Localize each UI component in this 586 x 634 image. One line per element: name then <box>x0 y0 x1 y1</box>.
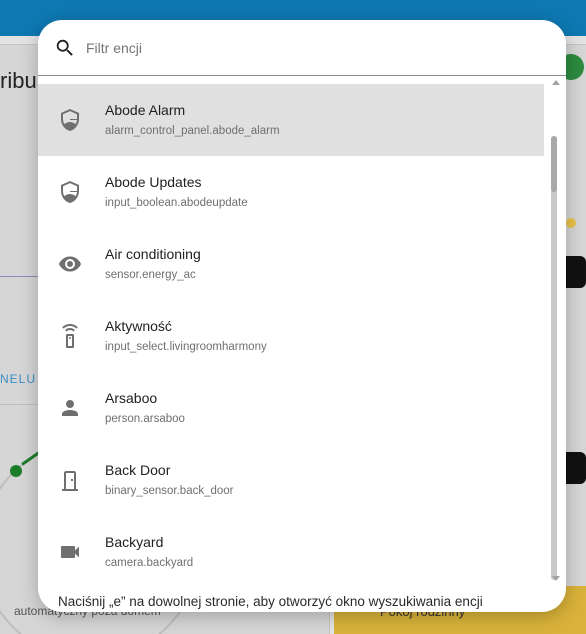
entity-name: Abode Updates <box>105 174 202 190</box>
entity-id: sensor.energy_ac <box>105 269 196 281</box>
scroll-up-arrow[interactable] <box>552 80 560 85</box>
shield-half-icon <box>61 109 79 131</box>
background-title: ribu <box>0 68 37 93</box>
entity-id: camera.backyard <box>105 557 194 569</box>
list-item[interactable]: Arsaboo person.arsaboo <box>38 372 544 444</box>
entity-id: person.arsaboo <box>105 413 185 425</box>
entity-name: Aktywność <box>105 318 172 334</box>
entity-search-dialog: Abode Alarm alarm_control_panel.abode_al… <box>38 20 566 612</box>
list-item[interactable]: Abode Updates input_boolean.abodeupdate <box>38 156 544 228</box>
search-bar <box>38 20 566 76</box>
search-icon <box>56 39 73 56</box>
door-icon <box>62 471 78 491</box>
entity-id: input_select.livingroomharmony <box>105 341 267 353</box>
entity-id: binary_sensor.back_door <box>105 485 234 497</box>
entity-id: alarm_control_panel.abode_alarm <box>105 125 280 137</box>
person-icon <box>62 400 78 416</box>
keyboard-hint: Naciśnij „e” na dowolnej stronie, aby ot… <box>58 594 483 609</box>
list-item[interactable]: Aktywność input_select.livingroomharmony <box>38 300 544 372</box>
entity-name: Back Door <box>105 462 171 478</box>
list-item[interactable]: Air conditioning sensor.energy_ac <box>38 228 544 300</box>
background-dial-handle <box>10 465 22 477</box>
scroll-down-arrow[interactable] <box>552 576 560 581</box>
scrollbar[interactable] <box>548 76 566 588</box>
entity-name: Air conditioning <box>105 246 201 262</box>
entity-name: Abode Alarm <box>105 102 186 118</box>
scrollbar-rail <box>551 136 557 580</box>
remote-icon <box>62 324 78 348</box>
entity-list: Abode Alarm alarm_control_panel.abode_al… <box>38 84 544 588</box>
search-input[interactable] <box>86 34 526 62</box>
entity-id: input_boolean.abodeupdate <box>105 197 248 209</box>
list-item[interactable]: Back Door binary_sensor.back_door <box>38 444 544 516</box>
eye-icon <box>59 256 81 272</box>
scrollbar-thumb[interactable] <box>551 136 557 192</box>
background-graph-line <box>0 276 40 277</box>
sun-icon <box>566 218 576 228</box>
shield-half-icon <box>61 181 79 203</box>
list-item[interactable]: Abode Alarm alarm_control_panel.abode_al… <box>38 84 544 156</box>
video-camera-icon <box>61 546 79 558</box>
entity-name: Arsaboo <box>105 390 158 406</box>
list-item[interactable]: Backyard camera.backyard <box>38 516 544 588</box>
entity-name: Backyard <box>105 534 164 550</box>
